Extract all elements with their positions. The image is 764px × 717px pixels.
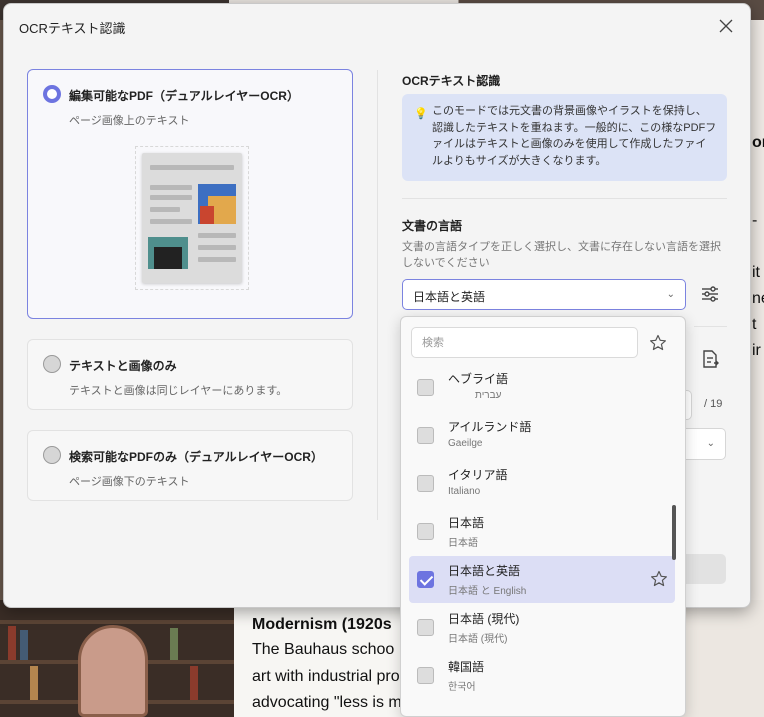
- text-line: [198, 233, 236, 238]
- checkbox[interactable]: [417, 379, 434, 396]
- option-title: 編集可能なPDF（デュアルレイヤーOCR）: [69, 89, 299, 103]
- checkbox[interactable]: [417, 619, 434, 636]
- chevron-down-icon: ⌄: [666, 289, 675, 300]
- favorites-button[interactable]: [649, 334, 667, 352]
- background-right-column: [751, 20, 764, 600]
- language-native-name: 日本語: [448, 538, 478, 549]
- option-subtitle: テキストと画像は同じレイヤーにあります。: [69, 385, 288, 397]
- bg-fragment: t: [752, 316, 757, 333]
- language-name: ヘブライ語: [448, 372, 509, 386]
- text-line: [198, 245, 236, 250]
- language-select[interactable]: 日本語と英語 ⌄: [402, 279, 686, 310]
- language-name: アイルランド語: [448, 420, 532, 434]
- language-item-hebrew[interactable]: ヘブライ語 עברית: [409, 364, 675, 411]
- language-name: 韓国語: [448, 660, 485, 674]
- radio-icon: [43, 355, 61, 373]
- text-line: [150, 165, 234, 170]
- language-name: イタリア語: [448, 468, 508, 482]
- favorite-star-button[interactable]: [650, 570, 668, 588]
- dropdown-scrollbar[interactable]: [672, 505, 676, 560]
- bg-line: advocating "less is m: [252, 694, 402, 711]
- language-native-name: 日本語 (現代): [448, 634, 508, 645]
- option-searchable-pdf[interactable]: 検索可能なPDFのみ（デュアルレイヤーOCR） ページ画像下のテキスト: [27, 430, 353, 501]
- text-line: [150, 207, 180, 212]
- text-line: [150, 219, 192, 224]
- armchair: [78, 625, 148, 717]
- shelf: [0, 620, 234, 624]
- language-item-japanese[interactable]: 日本語 日本語: [409, 508, 675, 555]
- language-item-japanese-modern[interactable]: 日本語 (現代) 日本語 (現代): [409, 604, 675, 651]
- language-search-input[interactable]: [411, 327, 638, 358]
- option-subtitle: ページ画像上のテキスト: [69, 115, 190, 127]
- bg-fragment: ne: [752, 290, 764, 307]
- book: [20, 630, 28, 660]
- language-select-value: 日本語と英語: [413, 290, 486, 304]
- book: [30, 666, 38, 700]
- checkbox-checked[interactable]: [417, 571, 434, 588]
- bg-fragment: or: [752, 134, 764, 151]
- paper-illustration: [142, 153, 242, 283]
- radio-selected-icon: [43, 85, 61, 103]
- book: [170, 628, 178, 660]
- book: [190, 666, 198, 700]
- dialog-title: OCRテキスト認識: [19, 21, 126, 36]
- language-description: 文書の言語タイプを正しく選択し、文書に存在しない言語を選択しないでください: [402, 241, 721, 269]
- page-total: / 19: [704, 398, 723, 410]
- bg-line: art with industrial pro: [252, 668, 400, 685]
- checkbox[interactable]: [417, 475, 434, 492]
- document-preview: [135, 146, 249, 290]
- close-icon: [719, 19, 733, 33]
- checkbox[interactable]: [417, 427, 434, 444]
- language-native-name: עברית: [475, 390, 502, 401]
- language-name: 日本語 (現代): [448, 612, 520, 626]
- sliders-icon: [702, 286, 718, 302]
- bg-fragment: -: [752, 212, 758, 229]
- language-dropdown: ヘブライ語 עברית アイルランド語 Gaeilge イタリア語 Italia…: [400, 316, 686, 717]
- language-settings-button[interactable]: [699, 283, 721, 305]
- info-box: 💡 このモードでは元文書の背景画像やイラストを保持し、認識したテキストを重ねます…: [402, 94, 727, 181]
- option-editable-pdf[interactable]: 編集可能なPDF（デュアルレイヤーOCR） ページ画像上のテキスト: [27, 69, 353, 319]
- divider: [402, 198, 727, 199]
- info-text: このモードでは元文書の背景画像やイラストを保持し、認識したテキストを重ねます。一…: [432, 105, 717, 167]
- option-text-and-image[interactable]: テキストと画像のみ テキストと画像は同じレイヤーにあります。: [27, 339, 353, 410]
- checkbox[interactable]: [417, 523, 434, 540]
- language-native-name: 한국어: [448, 682, 476, 693]
- option-title: 検索可能なPDFのみ（デュアルレイヤーOCR）: [69, 450, 323, 464]
- close-button[interactable]: [714, 14, 738, 38]
- option-subtitle: ページ画像下のテキスト: [69, 476, 190, 488]
- panel-heading: OCRテキスト認識: [402, 74, 501, 88]
- language-native-name: 日本語 と English: [448, 586, 527, 597]
- language-native-name: Gaeilge: [448, 438, 483, 449]
- document-export-icon: [703, 350, 719, 368]
- background-library-photo: [0, 600, 234, 717]
- language-item-korean[interactable]: 韓国語 한국어: [409, 652, 675, 699]
- language-native-name: Italiano: [448, 486, 481, 497]
- language-item-irish[interactable]: アイルランド語 Gaeilge: [409, 412, 675, 459]
- option-title: テキストと画像のみ: [69, 359, 177, 373]
- language-name: 日本語: [448, 516, 485, 530]
- radio-icon: [43, 446, 61, 464]
- checkbox[interactable]: [417, 667, 434, 684]
- chevron-down-icon: ⌄: [706, 438, 715, 449]
- lightbulb-icon: 💡: [414, 108, 428, 120]
- language-name: 日本語と英語: [448, 564, 521, 578]
- book: [8, 626, 16, 660]
- language-item-japanese-english[interactable]: 日本語と英語 日本語 と English: [409, 556, 675, 603]
- bg-fragment: ir: [752, 342, 761, 359]
- bg-heading: Modernism (1920s: [252, 616, 392, 633]
- text-line: [150, 195, 192, 200]
- language-item-italian[interactable]: イタリア語 Italiano: [409, 460, 675, 507]
- language-label: 文書の言語: [402, 219, 463, 233]
- vertical-divider: [377, 70, 378, 520]
- bg-fragment: it: [752, 264, 760, 281]
- image-thumbnail: [148, 237, 188, 269]
- text-line: [150, 185, 192, 190]
- text-line: [198, 257, 236, 262]
- divider: [694, 326, 727, 327]
- bg-line: The Bauhaus schoo: [252, 641, 395, 658]
- star-icon: [651, 570, 667, 587]
- page-range-button[interactable]: [699, 348, 721, 370]
- star-icon: [650, 334, 666, 351]
- image-thumbnail: [198, 184, 236, 224]
